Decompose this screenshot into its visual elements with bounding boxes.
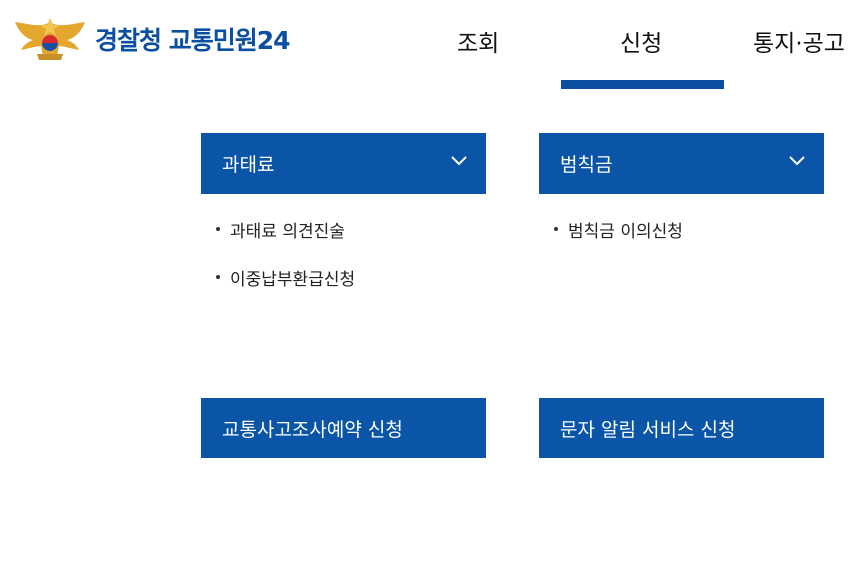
nav-tab-application[interactable]: 신청 (620, 24, 662, 58)
panel-penalty-list: 범칙금 이의신청 (552, 217, 683, 265)
chevron-down-icon (451, 156, 467, 166)
list-item-label: 이중납부환급신청 (230, 270, 356, 290)
panel-fine-header[interactable]: 과태료 (201, 133, 486, 194)
active-tab-indicator (561, 80, 724, 89)
panel-accident-reservation-button[interactable]: 교통사고조사예약 신청 (201, 398, 486, 458)
bullet-icon (216, 275, 220, 279)
list-item-penalty-objection[interactable]: 범칙금 이의신청 (552, 217, 683, 265)
list-item-fine-opinion[interactable]: 과태료 의견진술 (214, 217, 355, 265)
site-title: 경찰청 교통민원24 (95, 26, 290, 55)
bullet-icon (554, 227, 558, 231)
list-item-label: 과태료 의견진술 (230, 222, 345, 242)
chevron-down-icon (789, 156, 805, 166)
panel-fine-list: 과태료 의견진술 이중납부환급신청 (214, 217, 355, 313)
panel-penalty-header[interactable]: 범칙금 (539, 133, 824, 194)
bullet-icon (216, 227, 220, 231)
list-item-label: 범칙금 이의신청 (568, 222, 683, 242)
panel-fine-title: 과태료 (222, 154, 275, 176)
nav-tab-notice[interactable]: 통지·공고 (753, 24, 845, 58)
nav-tab-inquiry[interactable]: 조회 (457, 24, 499, 58)
panel-accident-reservation-title: 교통사고조사예약 신청 (222, 418, 403, 441)
site-logo[interactable]: 경찰청 교통민원24 (13, 16, 290, 62)
panel-sms-alert-button[interactable]: 문자 알림 서비스 신청 (539, 398, 824, 458)
panel-sms-alert-title: 문자 알림 서비스 신청 (560, 418, 736, 441)
police-emblem-icon (15, 18, 85, 60)
list-item-double-payment-refund[interactable]: 이중납부환급신청 (214, 265, 355, 313)
panel-penalty-title: 범칙금 (560, 154, 613, 176)
